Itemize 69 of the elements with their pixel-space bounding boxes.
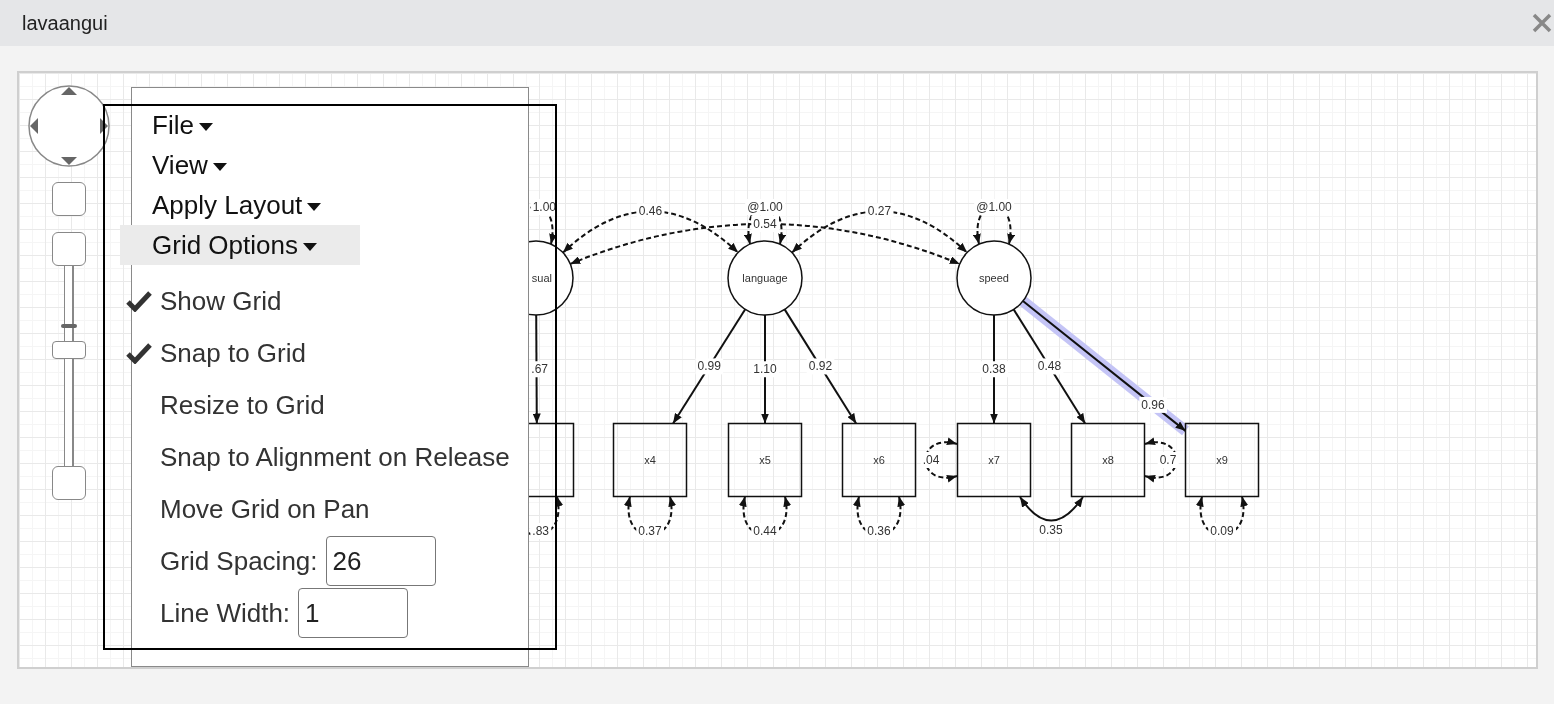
field-label: Grid Spacing: <box>160 544 318 578</box>
edge-label: 0.35 <box>1039 523 1063 537</box>
loading-arrow[interactable] <box>783 308 858 425</box>
node-label: x6 <box>873 454 885 466</box>
edge-label: 0.7 <box>1159 453 1177 467</box>
slider-thumb[interactable] <box>52 340 86 359</box>
zoom-in-button[interactable] <box>52 182 86 216</box>
menu-item[interactable]: Grid Options <box>120 225 360 265</box>
edge-label: .67 <box>531 362 548 377</box>
menu-option[interactable]: Resize to Grid <box>160 385 325 425</box>
caret-icon <box>302 243 317 251</box>
caret-icon <box>307 203 322 211</box>
pan-control[interactable] <box>27 84 111 168</box>
node-label: x7 <box>988 454 1000 466</box>
zoom-out-button[interactable] <box>52 232 86 266</box>
edge-label: 0.92 <box>808 359 833 374</box>
caret-icon <box>198 123 213 131</box>
observed-node[interactable] <box>1184 422 1260 498</box>
edge-label: 0.54 <box>753 216 777 231</box>
edge-label: 1.10 <box>753 362 777 377</box>
edge-label: .04 <box>922 453 940 467</box>
menu-item[interactable]: View <box>120 145 360 185</box>
latent-node[interactable] <box>727 240 803 316</box>
edge-label: 0.48 <box>1037 359 1062 374</box>
caret-icon <box>212 163 227 171</box>
covariance-arrow[interactable] <box>1019 496 1084 522</box>
covariance-arrow[interactable] <box>1144 438 1178 482</box>
slider-notch <box>61 324 77 328</box>
node-label: sual <box>531 272 552 284</box>
observed-node[interactable] <box>841 422 917 498</box>
number-field[interactable]: 26 <box>325 536 436 586</box>
latent-node[interactable] <box>956 240 1032 316</box>
close-icon[interactable] <box>1532 13 1552 33</box>
edge-label: 1.00 <box>532 200 556 214</box>
menu-option[interactable]: Snap to Alignment on Release <box>160 437 510 477</box>
edge-label: 0.96 <box>1141 397 1165 412</box>
window-title: lavaangui <box>22 11 108 36</box>
number-field[interactable]: 1 <box>298 588 409 638</box>
menu-item[interactable]: Apply Layout <box>120 185 360 225</box>
observed-node[interactable] <box>956 422 1032 498</box>
edge-label: 0.36 <box>867 524 891 538</box>
edge-label: 0.46 <box>638 204 663 219</box>
reset-button[interactable] <box>52 466 86 500</box>
edge-label: @1.00 <box>747 200 783 214</box>
observed-node[interactable] <box>612 422 688 498</box>
edge-label: @1.00 <box>976 200 1012 214</box>
menu-item[interactable]: File <box>120 105 360 145</box>
observed-node[interactable] <box>727 422 803 498</box>
covariance-arrow[interactable] <box>924 438 958 482</box>
loading-arrow[interactable] <box>1012 308 1087 425</box>
node-label: x9 <box>1216 454 1228 466</box>
node-label: language <box>742 272 788 284</box>
edge-label: 0.44 <box>753 524 777 538</box>
edge-label: 0.99 <box>697 359 721 374</box>
loading-arrow[interactable] <box>672 308 747 425</box>
observed-node[interactable] <box>1070 422 1146 498</box>
node-label: x5 <box>759 454 771 466</box>
node-label: x4 <box>644 454 656 466</box>
menu-option[interactable]: Snap to Grid <box>160 333 306 373</box>
edge-label: .83 <box>532 524 549 538</box>
edge-label: 0.38 <box>982 362 1006 377</box>
menu-option[interactable]: Show Grid <box>160 281 282 321</box>
field-label: Line Width: <box>160 596 291 630</box>
node-label: x8 <box>1102 454 1114 466</box>
node-label: speed <box>979 272 1009 284</box>
edge-label: 0.37 <box>638 524 662 538</box>
edge-label: 0.09 <box>1210 524 1234 538</box>
menu-option[interactable]: Move Grid on Pan <box>160 489 370 529</box>
edge-label: 0.27 <box>867 204 892 219</box>
